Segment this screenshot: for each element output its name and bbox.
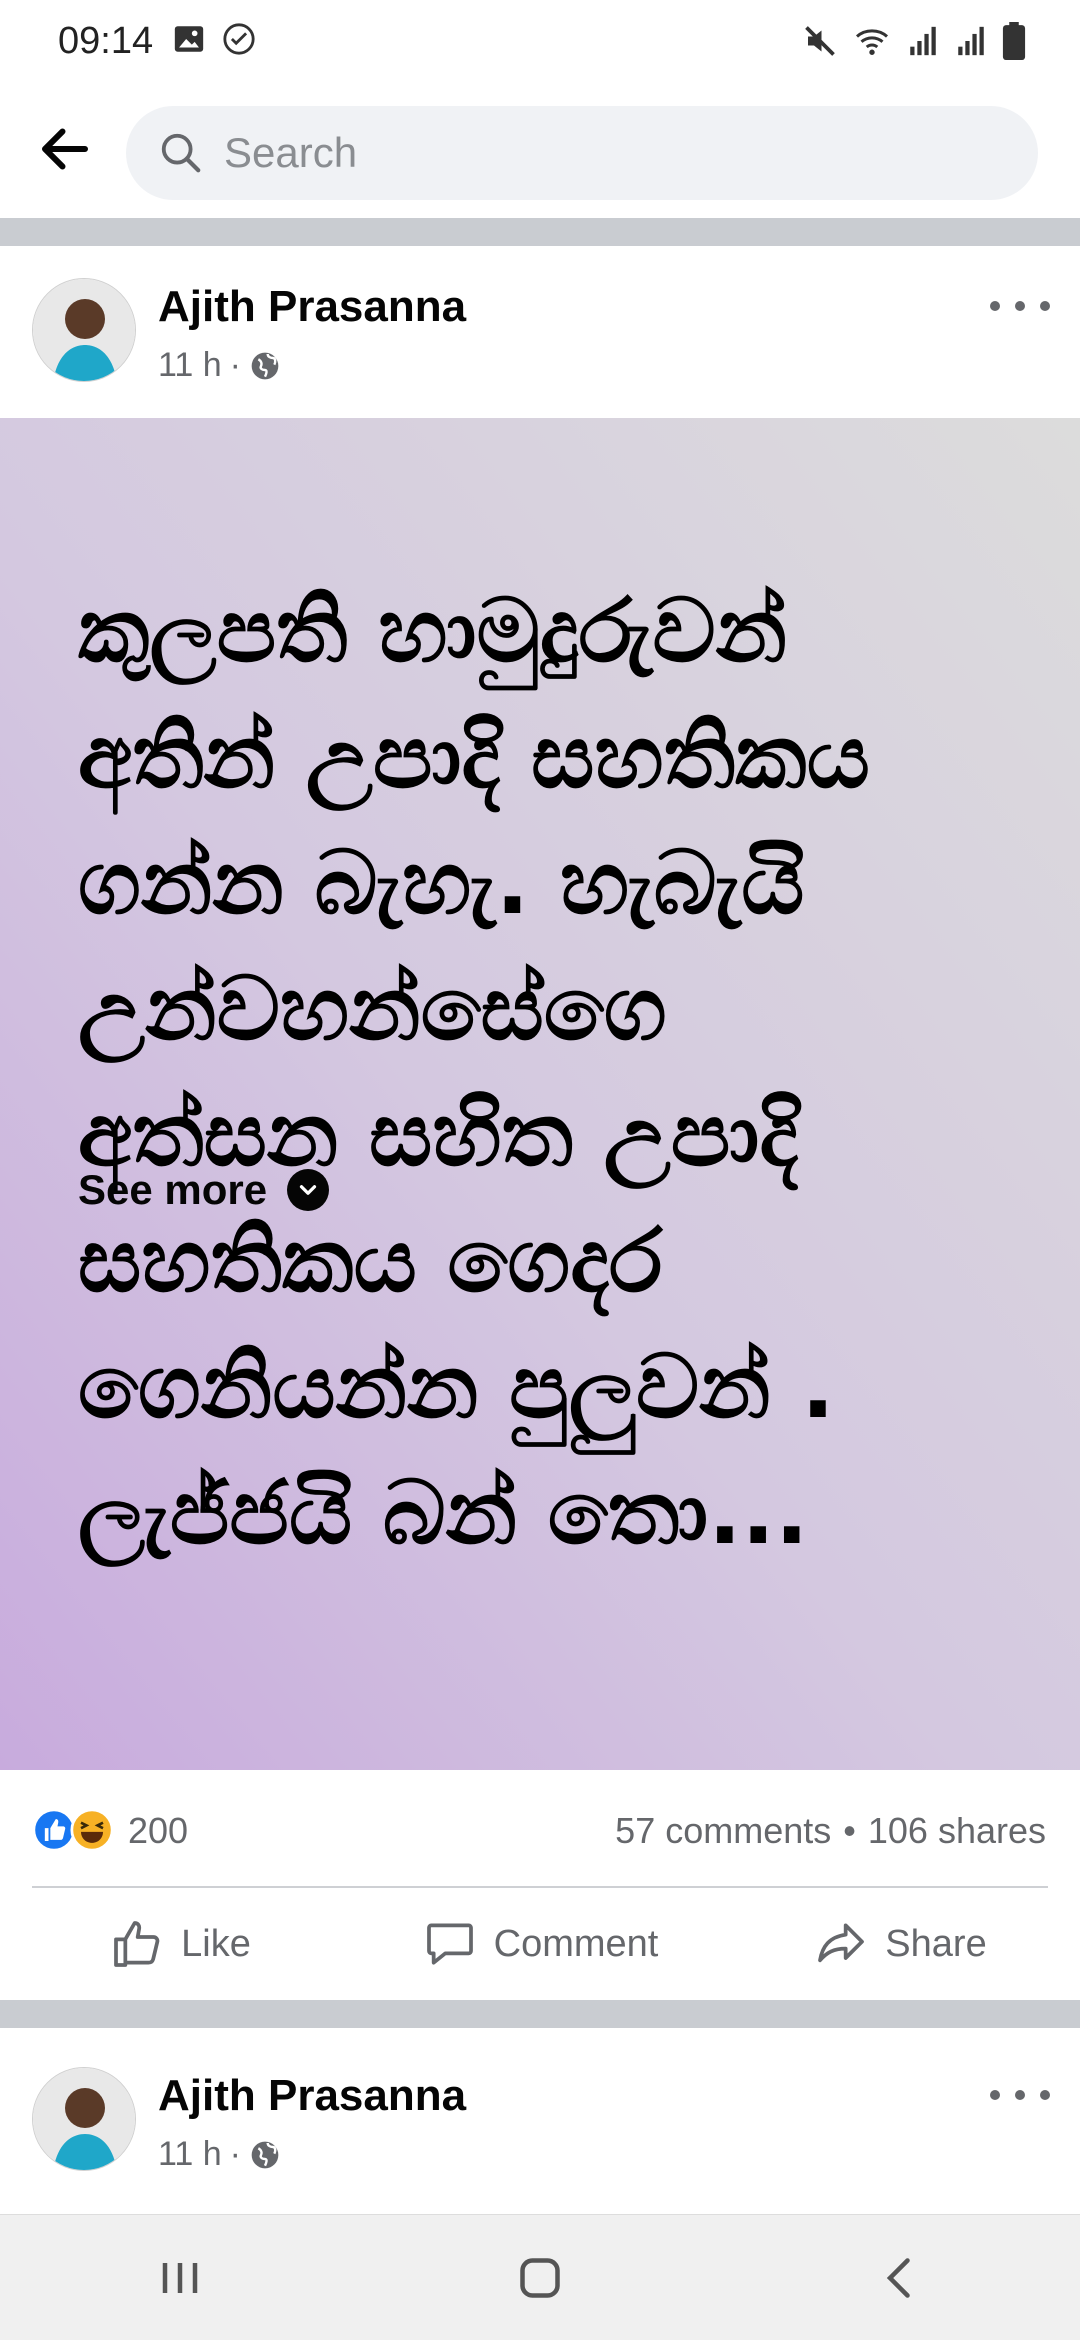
stats-separator: • xyxy=(843,1810,856,1851)
comment-button[interactable]: Comment xyxy=(360,1888,720,2000)
post-author[interactable]: Ajith Prasanna xyxy=(158,2071,466,2121)
globe-icon xyxy=(251,352,279,379)
haha-reaction-icon xyxy=(70,1808,114,1852)
like-label: Like xyxy=(181,1922,251,1965)
more-dot xyxy=(1040,2090,1050,2100)
system-nav-bar xyxy=(0,2214,1080,2340)
post-header: Ajith Prasanna 11 h · xyxy=(0,246,1080,416)
post-author[interactable]: Ajith Prasanna xyxy=(158,282,466,332)
comment-icon xyxy=(426,1923,473,1965)
more-options-button[interactable] xyxy=(990,2075,1050,2115)
more-options-button[interactable] xyxy=(990,286,1050,326)
post-text: කුලපති හාමුදුරුවන් අතින් උපාදි සහතිකය ගන… xyxy=(78,568,1018,1576)
recent-apps-icon[interactable] xyxy=(150,2248,210,2308)
feed-divider xyxy=(0,218,1080,246)
search-bar[interactable] xyxy=(126,106,1038,200)
reaction-icons[interactable] xyxy=(32,1808,114,1852)
shares-count[interactable]: 106 shares xyxy=(868,1810,1046,1852)
search-header xyxy=(0,84,1080,218)
feed-divider xyxy=(0,2000,1080,2028)
post-time[interactable]: 11 h xyxy=(158,2135,222,2174)
search-icon xyxy=(161,133,201,173)
share-label: Share xyxy=(885,1922,987,1965)
back-arrow-icon xyxy=(42,128,88,170)
back-icon[interactable] xyxy=(870,2248,930,2308)
post-text-line: ලැජ්ජයි බන් තො... xyxy=(78,1461,809,1564)
back-button[interactable] xyxy=(30,114,100,184)
share-icon xyxy=(818,1923,865,1963)
signal-icon xyxy=(958,26,984,56)
avatar[interactable] xyxy=(32,2067,136,2171)
status-time: 09:14 xyxy=(58,20,154,62)
post-actions: Like Comment Share xyxy=(0,1888,1080,2000)
post-text-line: සහතිකය ගෙදර xyxy=(78,1209,663,1312)
post-time[interactable]: 11 h xyxy=(158,346,222,385)
wifi-icon xyxy=(855,29,889,55)
check-circle-icon xyxy=(223,23,255,55)
home-icon[interactable] xyxy=(510,2248,570,2308)
post-text-line: ගන්න බැහැ. හැබැයි xyxy=(78,831,805,934)
mute-icon xyxy=(805,26,835,56)
signal-icon xyxy=(910,26,936,56)
more-dot xyxy=(1015,2090,1025,2100)
comment-label: Comment xyxy=(493,1922,659,1965)
see-more-label: See more xyxy=(78,1166,268,1213)
gallery-icon xyxy=(174,26,204,52)
reactions-bar: 200 57 comments • 106 shares xyxy=(0,1770,1080,1886)
more-dot xyxy=(1015,301,1025,311)
status-left-icons xyxy=(172,22,256,56)
see-more-button[interactable]: See more xyxy=(78,1166,330,1214)
post-meta: 11 h · xyxy=(158,346,281,385)
globe-icon xyxy=(251,2141,279,2168)
status-right-icons xyxy=(802,22,1026,60)
next-post-header: Ajith Prasanna 11 h · xyxy=(0,2035,1080,2213)
post-text-line: ගෙනියන්න පුලුවන් . xyxy=(78,1335,835,1438)
post-text-line: අතින් උපාදි සහතිකය xyxy=(78,705,870,808)
post-meta: 11 h · xyxy=(158,2135,281,2174)
meta-separator: · xyxy=(229,2135,241,2173)
more-dot xyxy=(990,2090,1000,2100)
status-bar: 09:14 xyxy=(0,0,1080,84)
like-button[interactable]: Like xyxy=(0,1888,360,2000)
thumbs-up-icon xyxy=(114,1921,160,1967)
post-body[interactable]: කුලපති හාමුදුරුවන් අතින් උපාදි සහතිකය ගන… xyxy=(0,418,1080,1770)
meta-separator: · xyxy=(229,346,241,384)
post-text-line: උන්වහන්සේගෙ xyxy=(78,957,667,1060)
more-dot xyxy=(990,301,1000,311)
search-input[interactable] xyxy=(224,129,984,177)
comments-shares: 57 comments • 106 shares xyxy=(615,1810,1046,1852)
battery-icon xyxy=(1002,22,1026,60)
chevron-down-icon xyxy=(287,1169,330,1211)
more-dot xyxy=(1040,301,1050,311)
post-text-line: කුලපති හාමුදුරුවන් xyxy=(78,579,788,682)
share-button[interactable]: Share xyxy=(720,1888,1080,2000)
avatar[interactable] xyxy=(32,278,136,382)
comments-count[interactable]: 57 comments xyxy=(615,1810,831,1852)
reaction-count[interactable]: 200 xyxy=(128,1810,188,1852)
